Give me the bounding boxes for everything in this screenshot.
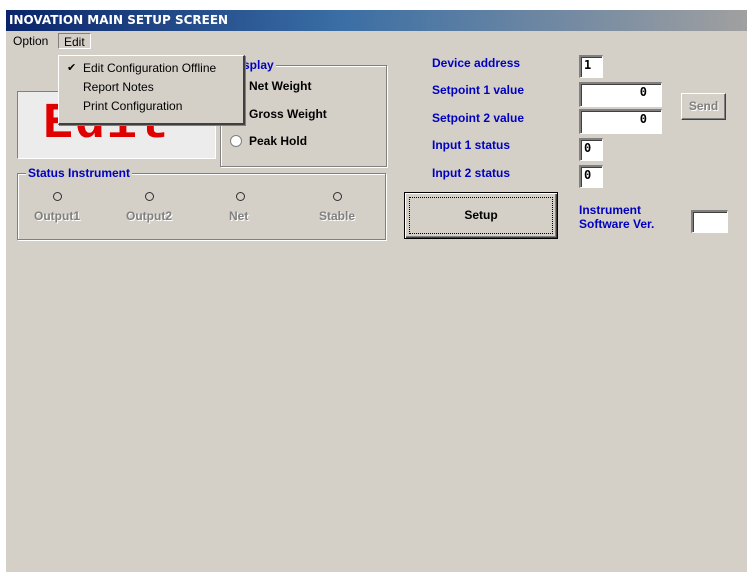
software-version-label-line1: Instrument (579, 203, 642, 217)
setpoint1-label: Setpoint 1 value (432, 83, 525, 97)
menu-item-label: Edit Configuration Offline (83, 61, 217, 75)
menu-item-label: Report Notes (83, 80, 154, 94)
input2-status-field[interactable]: 0 (579, 165, 603, 188)
input2-status-label: Input 2 status (432, 166, 511, 180)
status-group-label: Status Instrument (26, 166, 133, 180)
menu-bar: Option Edit (6, 31, 747, 51)
radio-circle[interactable] (230, 135, 242, 147)
menu-item-report-notes[interactable]: Report Notes (59, 78, 243, 96)
device-address-field[interactable]: 1 (579, 55, 603, 78)
focus-rect (409, 197, 553, 234)
setpoint1-field[interactable]: 0 (579, 82, 662, 107)
device-address-label: Device address (432, 56, 521, 70)
setpoint2-label: Setpoint 2 value (432, 111, 525, 125)
input1-status-label: Input 1 status (432, 138, 511, 152)
software-version-field[interactable] (691, 210, 728, 233)
output1-indicator (53, 192, 62, 201)
output2-label: Output2 (126, 209, 172, 223)
radio-label: Gross Weight (249, 107, 327, 121)
display-group: Display Net Weight Gross Weight Peak Hol… (220, 58, 387, 167)
main-window: INOVATION MAIN SETUP SCREEN Option Edit … (6, 10, 747, 572)
input1-status-field[interactable]: 0 (579, 138, 603, 161)
software-version-label-line2: Software Ver. (579, 217, 655, 231)
radio-label: Peak Hold (249, 134, 308, 148)
menu-item-edit-config-offline[interactable]: ✔ Edit Configuration Offline (59, 59, 243, 77)
menu-item-label: Print Configuration (83, 99, 183, 113)
title-bar: INOVATION MAIN SETUP SCREEN (6, 10, 747, 31)
menu-item-print-configuration[interactable]: Print Configuration (59, 97, 243, 115)
check-icon: ✔ (67, 62, 77, 74)
radio-label: Net Weight (249, 79, 312, 93)
send-button[interactable]: Send (681, 93, 726, 120)
output1-label: Output1 (34, 209, 80, 223)
net-label: Net (229, 209, 249, 223)
edit-menu-dropdown: ✔ Edit Configuration Offline Report Note… (58, 55, 245, 125)
stable-indicator (333, 192, 342, 201)
menu-option[interactable]: Option (8, 33, 53, 49)
status-instrument-group: Status Instrument Output1 Output2 Net St… (17, 166, 386, 240)
net-indicator (236, 192, 245, 201)
stable-label: Stable (319, 209, 356, 223)
menu-edit[interactable]: Edit (58, 33, 91, 49)
output2-indicator (145, 192, 154, 201)
setup-button[interactable]: Setup (404, 192, 558, 239)
setpoint2-field[interactable]: 0 (579, 109, 662, 134)
